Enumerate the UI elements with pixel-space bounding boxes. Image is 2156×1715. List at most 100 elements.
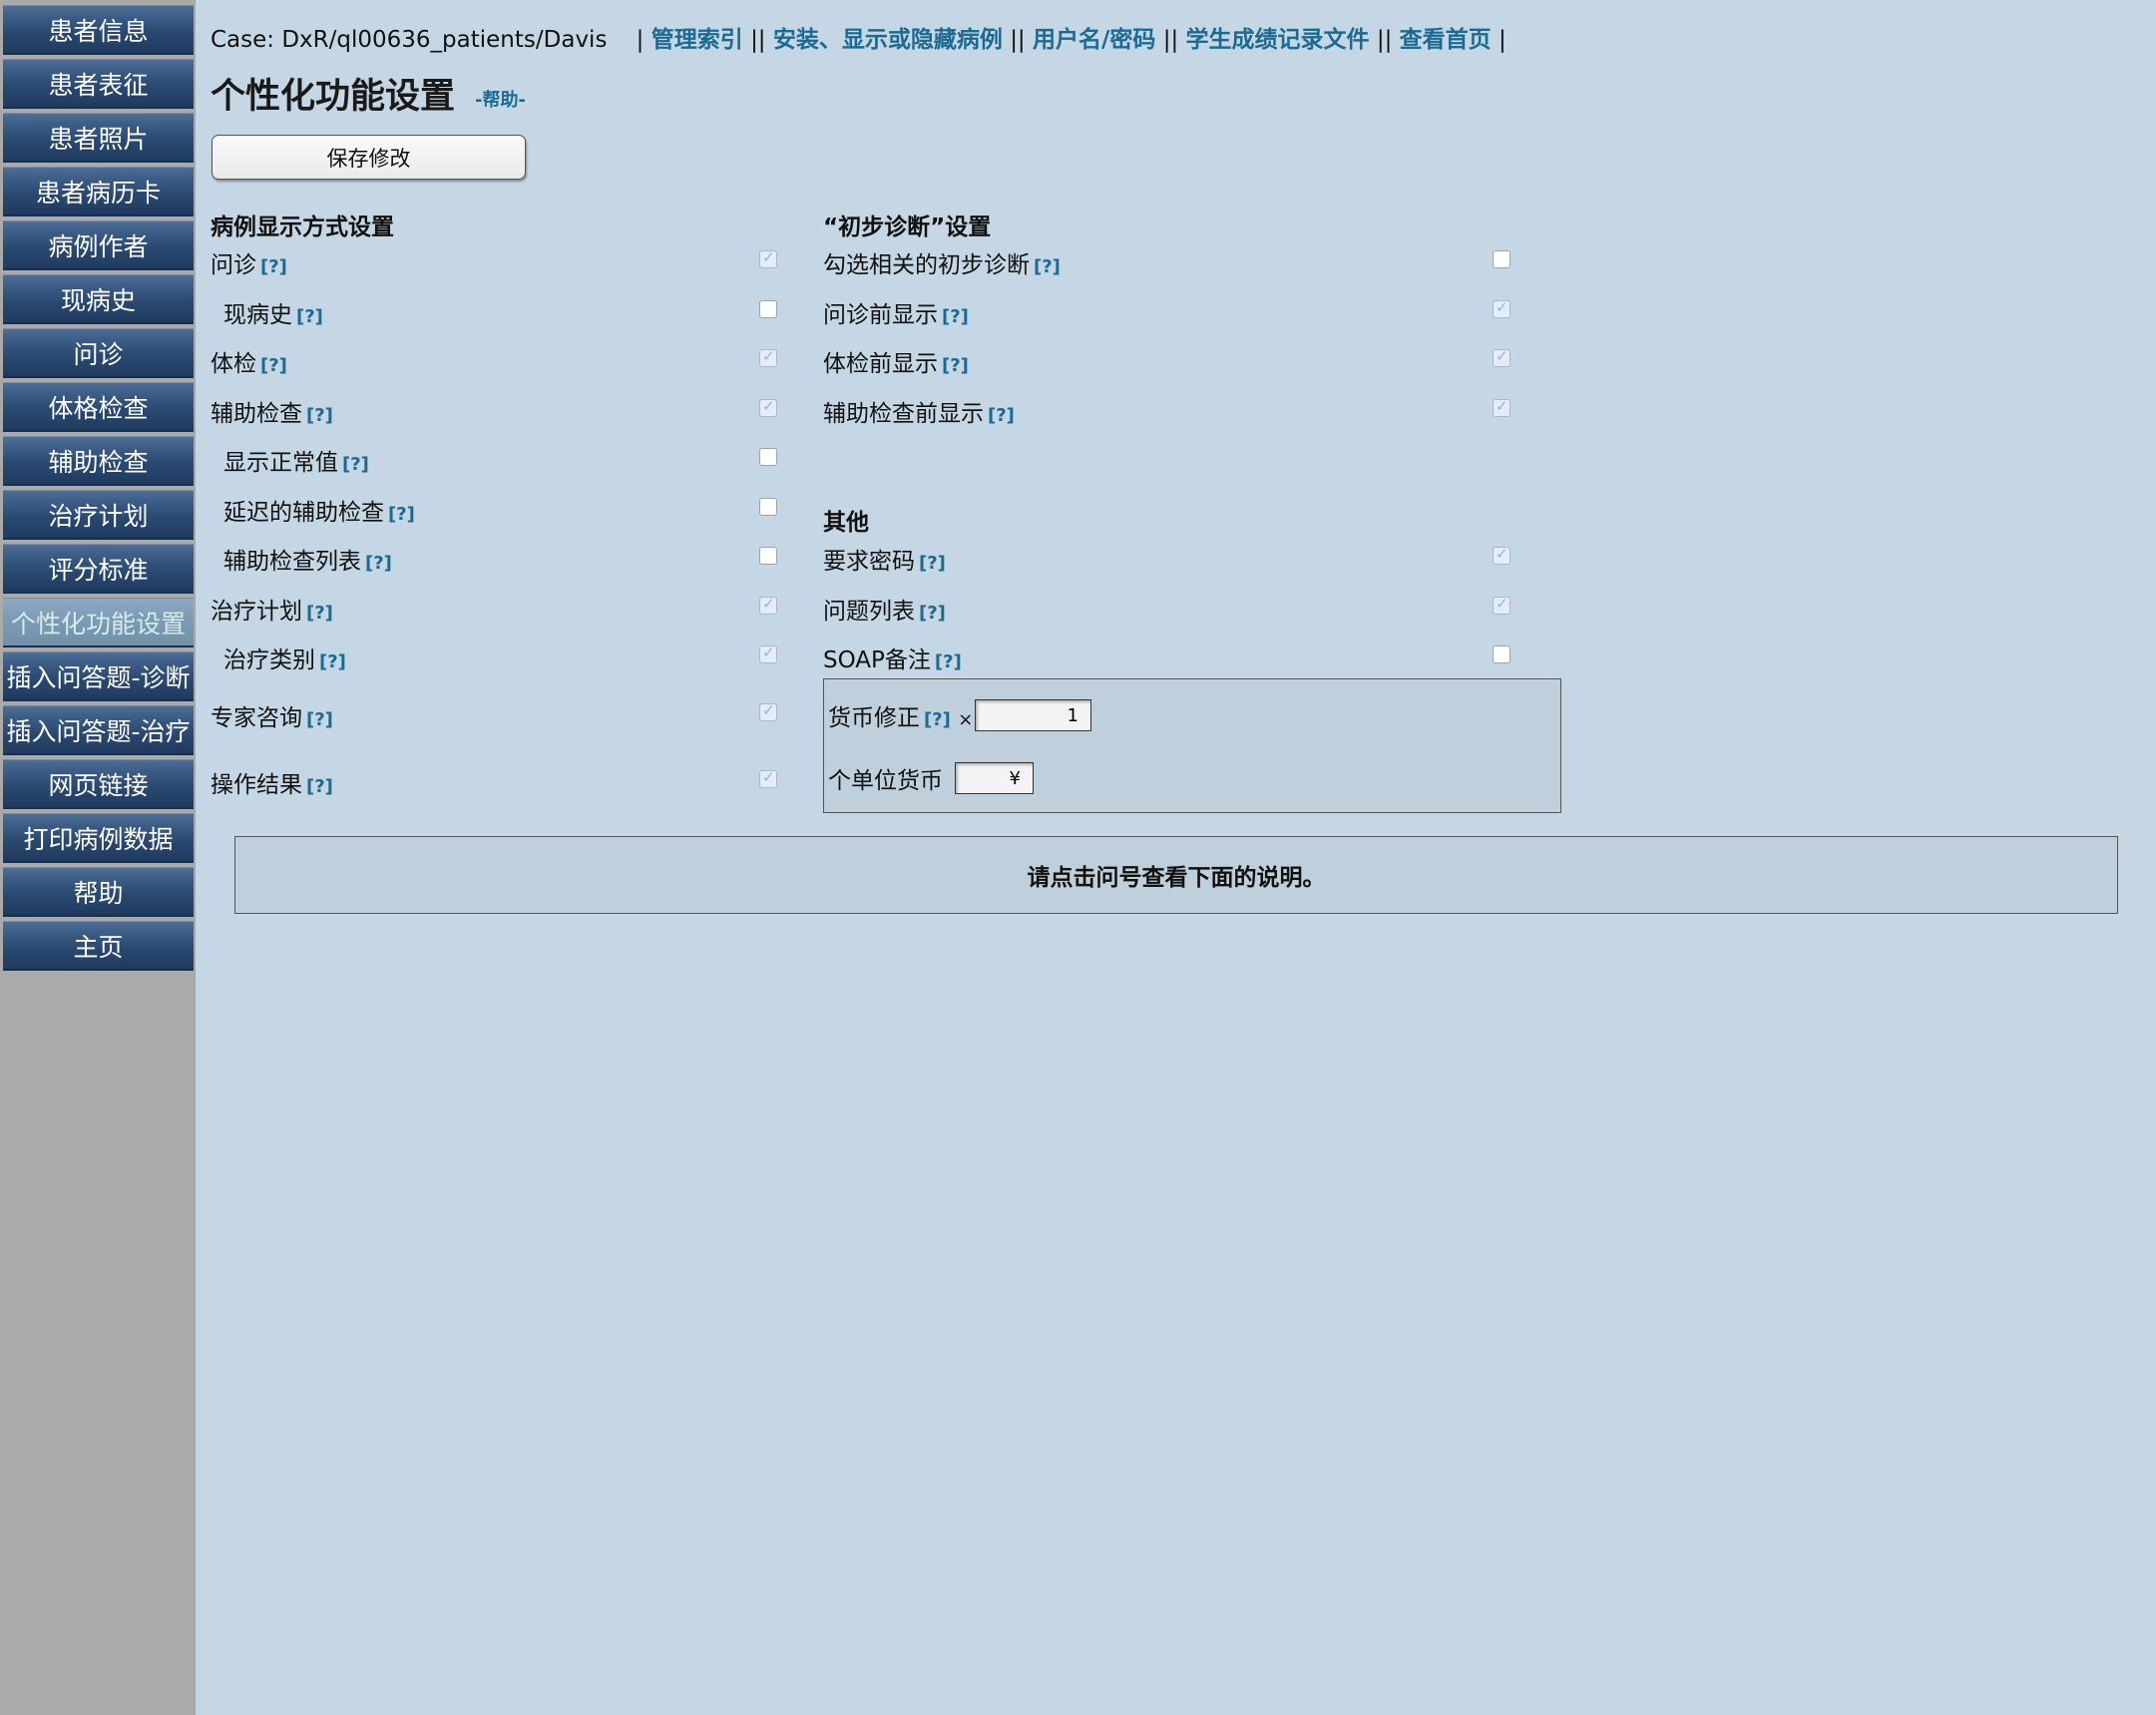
row-problem-list: 问题列表 [?] [823,592,946,626]
row-label: 体检前显示 [823,351,938,377]
row-show-before-history: 问诊前显示 [?] [823,295,969,329]
row-present-illness: 现病史 [?] [223,295,323,329]
checkbox-lab-test-list[interactable] [759,547,777,565]
row-label: 操作结果 [211,772,302,798]
checkbox-expert-consult[interactable] [759,701,777,721]
help-question-icon[interactable]: [?] [942,306,969,327]
currency-unit-input[interactable] [955,762,1034,794]
display-settings-heading: 病例显示方式设置 [211,214,394,240]
row-label: 现病史 [223,302,292,328]
sidebar-item-patient-photos[interactable]: 患者照片 [3,113,194,163]
sidebar-item-scoring[interactable]: 评分标准 [3,544,194,594]
save-button[interactable]: 保存修改 [212,135,526,180]
other-settings-heading: 其他 [823,510,869,536]
sidebar-item-print-case[interactable]: 打印病例数据 [3,813,194,863]
sidebar-item-insert-question-diagnosis[interactable]: 插入问答题-诊断 [3,651,194,701]
help-info-text: 请点击问号查看下面的说明。 [1027,865,1326,891]
row-show-normal-values: 显示正常值 [?] [223,443,369,477]
link-username-password[interactable]: 用户名/密码 [1033,27,1155,53]
checkbox-delayed-lab-tests[interactable] [759,498,777,516]
currency-correction-label: 货币修正 [?] × [828,698,973,732]
checkbox-operation-results[interactable] [759,768,777,788]
checkbox-lab-tests[interactable] [759,397,777,417]
checkbox-soap-notes[interactable] [1493,645,1510,663]
help-question-icon[interactable]: [?] [260,256,287,277]
sidebar-item-case-author[interactable]: 病例作者 [3,220,194,270]
help-question-icon[interactable]: [?] [388,504,415,525]
checkbox-show-normal-values[interactable] [759,448,777,466]
currency-correction-input[interactable] [975,699,1091,731]
row-label: 问诊 [211,252,256,278]
currency-settings-box: 货币修正[?] × 个单位货币 [823,678,1561,813]
sidebar-item-help[interactable]: 帮助 [3,867,194,917]
help-question-icon[interactable]: [?] [296,306,323,327]
row-label: 辅助检查前显示 [823,401,984,427]
sidebar-item-treatment-plan[interactable]: 治疗计划 [3,490,194,540]
help-question-icon[interactable]: [?] [306,709,333,730]
sidebar-item-patient-info[interactable]: 患者信息 [3,5,194,55]
help-info-panel: 请点击问号查看下面的说明。 [234,836,2118,914]
multiply-sign: × [958,709,974,730]
row-label: 治疗计划 [211,599,302,625]
row-label: 勾选相关的初步诊断 [823,252,1030,278]
help-question-icon[interactable]: [?] [919,553,946,574]
row-lab-tests: 辅助检查 [?] [211,394,333,428]
page-title: 个性化功能设置 [211,77,456,117]
help-link[interactable]: -帮助- [475,86,526,112]
checkbox-require-password[interactable] [1493,545,1510,565]
row-label: 辅助检查列表 [223,549,361,575]
checkbox-show-before-physical[interactable] [1493,347,1510,367]
checkbox-history-taking[interactable] [759,248,777,268]
currency-correction-text: 货币修正 [828,705,920,731]
row-show-before-physical: 体检前显示 [?] [823,344,969,378]
row-treatment-category: 治疗类别 [?] [223,641,346,674]
help-question-icon[interactable]: [?] [306,776,333,797]
row-label: 问诊前显示 [823,302,938,328]
case-path: Case: DxR/ql00636_patients/Davis [211,27,608,53]
row-select-diagnosis: 勾选相关的初步诊断 [?] [823,245,1061,279]
row-label: SOAP备注 [823,647,931,673]
sidebar-item-history-taking[interactable]: 问诊 [3,328,194,378]
help-question-icon[interactable]: [?] [942,355,969,376]
row-require-password: 要求密码 [?] [823,542,946,576]
row-label: 辅助检查 [211,401,302,427]
checkbox-select-diagnosis[interactable] [1493,250,1510,268]
sidebar: 患者信息 患者表征 患者照片 患者病历卡 病例作者 现病史 问诊 体格检查 辅助… [0,0,196,1715]
row-label: 要求密码 [823,549,915,575]
link-install-cases[interactable]: 安装、显示或隐藏病例 [773,27,1003,53]
help-question-icon[interactable]: [?] [935,651,962,672]
checkbox-problem-list[interactable] [1493,595,1510,615]
help-question-icon[interactable]: [?] [342,454,369,475]
checkbox-show-before-history[interactable] [1493,298,1510,318]
checkbox-physical[interactable] [759,347,777,367]
sidebar-item-insert-question-treatment[interactable]: 插入问答题-治疗 [3,705,194,755]
help-question-icon[interactable]: [?] [260,355,287,376]
help-question-icon[interactable]: [?] [1034,256,1061,277]
help-question-icon[interactable]: [?] [306,405,333,426]
help-question-icon[interactable]: [?] [919,603,946,624]
link-view-home[interactable]: 查看首页 [1400,27,1492,53]
help-question-icon[interactable]: [?] [924,709,951,730]
row-expert-consult: 专家咨询 [?] [211,698,333,732]
help-question-icon[interactable]: [?] [988,405,1015,426]
link-student-records[interactable]: 学生成绩记录文件 [1186,27,1370,53]
sidebar-item-physical-exam[interactable]: 体格检查 [3,382,194,432]
help-question-icon[interactable]: [?] [365,553,392,574]
sidebar-item-web-links[interactable]: 网页链接 [3,759,194,809]
sidebar-item-lab-tests[interactable]: 辅助检查 [3,436,194,486]
help-question-icon[interactable]: [?] [319,651,346,672]
checkbox-treatment-plan[interactable] [759,595,777,615]
checkbox-show-before-lab[interactable] [1493,397,1510,417]
sidebar-item-patient-chart[interactable]: 患者病历卡 [3,167,194,216]
sidebar-item-home[interactable]: 主页 [3,921,194,971]
sidebar-item-personalization[interactable]: 个性化功能设置 [3,598,194,647]
checkbox-present-illness[interactable] [759,300,777,318]
row-label: 显示正常值 [223,450,338,476]
link-admin-index[interactable]: 管理索引 [651,27,743,53]
sidebar-item-present-illness[interactable]: 现病史 [3,274,194,324]
sidebar-item-patient-presentation[interactable]: 患者表征 [3,59,194,109]
help-question-icon[interactable]: [?] [306,603,333,624]
checkbox-treatment-category[interactable] [759,643,777,663]
currency-unit-label: 个单位货币 [828,768,943,794]
row-physical: 体检 [?] [211,344,287,378]
